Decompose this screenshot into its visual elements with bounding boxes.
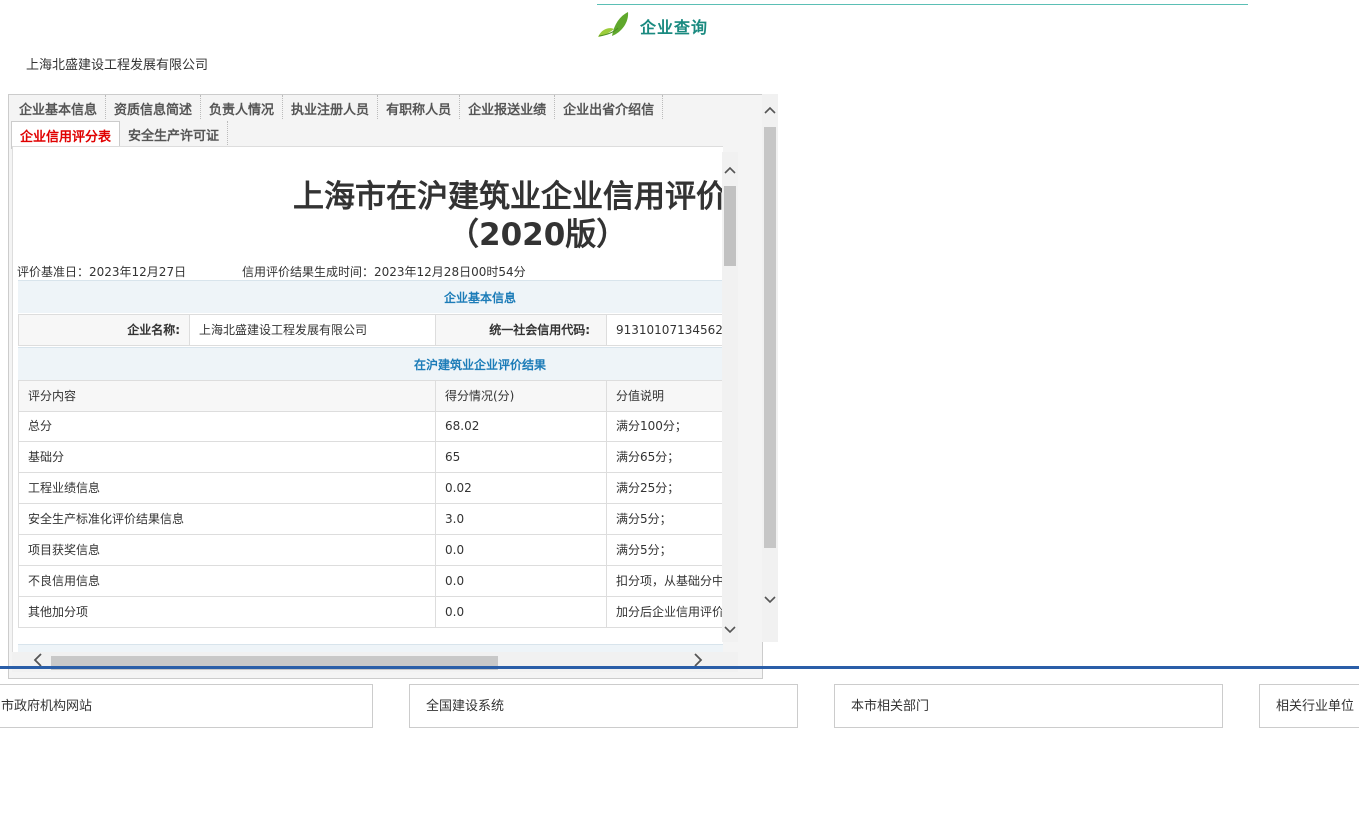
company-name-label: 企业名称: <box>19 315 190 345</box>
footer-link-industry-units[interactable]: 相关行业单位 <box>1259 684 1359 728</box>
tab-responsible-person[interactable]: 负责人情况 <box>201 95 284 119</box>
score-item: 基础分 <box>19 442 436 472</box>
table-row: 总分 68.02 满分100分； <box>18 411 723 442</box>
chevron-down-icon[interactable] <box>724 624 736 638</box>
score-value: 68.02 <box>436 411 607 441</box>
tab-performance[interactable]: 企业报送业绩 <box>460 95 556 119</box>
inner-vertical-scroll-thumb[interactable] <box>724 186 736 266</box>
footer-link-local-departments[interactable]: 本市相关部门 <box>834 684 1223 728</box>
company-name-value: 上海北盛建设工程发展有限公司 <box>190 315 436 345</box>
outer-vertical-scroll-thumb[interactable] <box>764 127 776 548</box>
score-item: 不良信用信息 <box>19 566 436 596</box>
score-note: 满分5分； <box>616 512 672 526</box>
section-title: 企业基本信息 <box>443 290 517 305</box>
table-row: 项目获奖信息 0.0 满分5分； <box>18 535 723 566</box>
table-header-row: 评分内容 得分情况(分) 分值说明 <box>18 380 723 412</box>
score-note: 扣分项，从基础分中 <box>616 574 723 588</box>
tab-registered-staff[interactable]: 执业注册人员 <box>283 95 379 119</box>
chevron-up-icon[interactable] <box>724 164 736 178</box>
score-item: 总分 <box>19 411 436 441</box>
footer-divider <box>0 666 1359 669</box>
table-row: 其他加分项 0.0 加分后企业信用评价 <box>18 597 723 628</box>
document-subtitle: （2020版） <box>448 217 628 253</box>
basic-info-row: 企业名称: 上海北盛建设工程发展有限公司 统一社会信用代码: 913101071… <box>18 314 723 346</box>
chevron-down-icon[interactable] <box>764 594 776 608</box>
chevron-up-icon[interactable] <box>764 104 776 118</box>
section-header-basic-info: 企业基本信息 <box>18 280 723 313</box>
section-header-result: 在沪建筑业企业评价结果 <box>18 347 723 380</box>
score-value: 0.02 <box>436 473 607 503</box>
table-row: 基础分 65 满分65分； <box>18 442 723 473</box>
credit-code-value: 913101071345622 <box>616 323 723 337</box>
tab-introduction-letter[interactable]: 企业出省介绍信 <box>555 95 664 119</box>
score-item: 工程业绩信息 <box>19 473 436 503</box>
score-item: 其他加分项 <box>19 597 436 627</box>
tab-bar-second-row: 企业信用评分表 安全生产许可证 <box>11 121 229 149</box>
score-value: 0.0 <box>436 597 607 627</box>
score-note: 加分后企业信用评价 <box>616 605 723 619</box>
score-note: 满分5分； <box>616 543 672 557</box>
table-row: 安全生产标准化评价结果信息 3.0 满分5分； <box>18 504 723 535</box>
score-note: 满分25分； <box>616 481 680 495</box>
score-value: 0.0 <box>436 566 607 596</box>
section-title: 在沪建筑业企业评价结果 <box>413 357 547 372</box>
tab-titled-staff[interactable]: 有职称人员 <box>378 95 461 119</box>
score-note: 满分65分； <box>616 450 680 464</box>
tab-credit-score[interactable]: 企业信用评分表 <box>11 121 121 149</box>
footer-link-city-gov[interactable]: 市政府机构网站 <box>0 684 373 728</box>
page-title: 企业查询 <box>640 18 709 37</box>
column-header: 得分情况(分) <box>436 381 607 411</box>
table-row: 工程业绩信息 0.02 满分25分； <box>18 473 723 504</box>
score-value: 65 <box>436 442 607 472</box>
leaf-logo-icon <box>596 10 630 40</box>
tab-basic-info[interactable]: 企业基本信息 <box>11 95 107 119</box>
tab-bar: 企业基本信息 资质信息简述 负责人情况 执业注册人员 有职称人员 企业报送业绩 … <box>11 95 664 119</box>
header-divider <box>597 4 1248 5</box>
score-item: 安全生产标准化评价结果信息 <box>19 504 436 534</box>
tab-qualification[interactable]: 资质信息简述 <box>106 95 202 119</box>
column-header: 分值说明 <box>616 389 665 403</box>
score-value: 3.0 <box>436 504 607 534</box>
score-value: 0.0 <box>436 535 607 565</box>
credit-score-panel: 上海市在沪建筑业企业信用评价 （2020版） 评价基准日：2023年12月27日… <box>12 146 723 656</box>
evaluation-date: 评价基准日：2023年12月27日 <box>17 265 187 279</box>
company-name-heading: 上海北盛建设工程发展有限公司 <box>26 58 209 73</box>
credit-code-label: 统一社会信用代码: <box>436 315 607 345</box>
generation-time: 信用评价结果生成时间：2023年12月28日00时54分 <box>242 265 526 279</box>
score-item: 项目获奖信息 <box>19 535 436 565</box>
score-note: 满分100分； <box>616 419 687 433</box>
column-header: 评分内容 <box>19 381 436 411</box>
footer-link-national-construction[interactable]: 全国建设系统 <box>409 684 798 728</box>
tab-safety-license[interactable]: 安全生产许可证 <box>120 121 229 145</box>
table-row: 不良信用信息 0.0 扣分项，从基础分中 <box>18 566 723 597</box>
